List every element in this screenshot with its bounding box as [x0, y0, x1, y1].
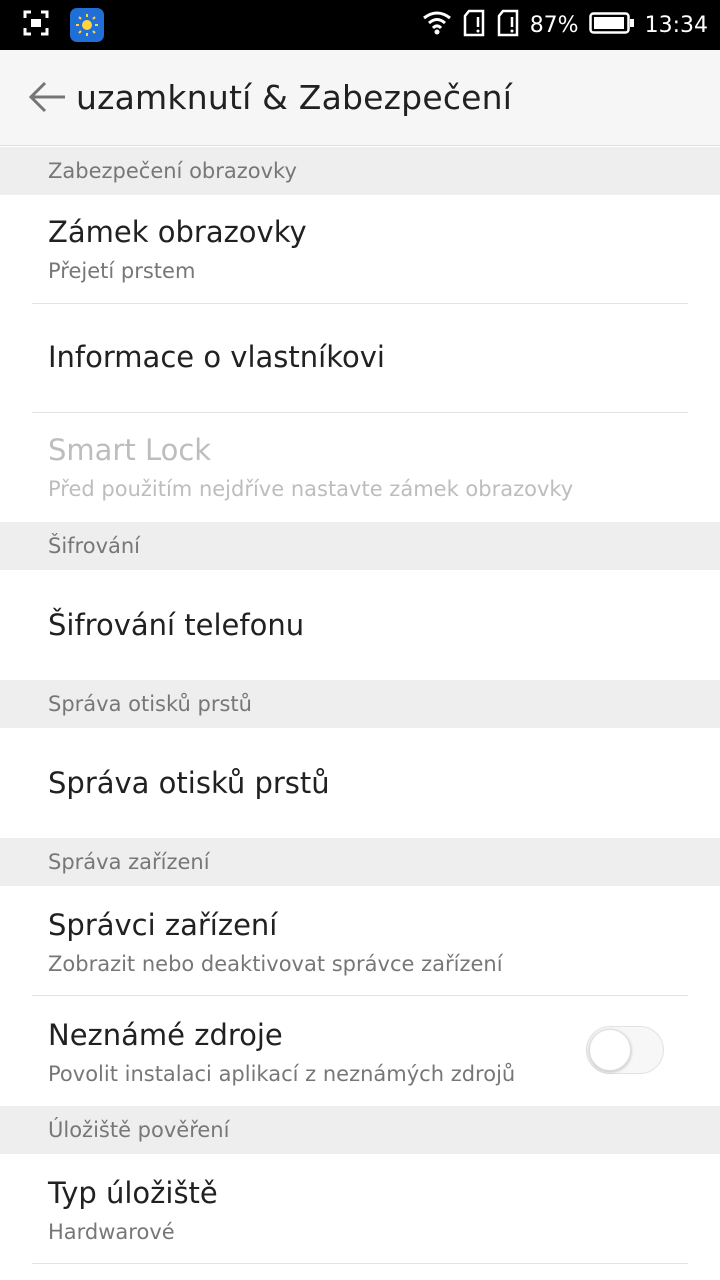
- section-header-label: Zabezpečení obrazovky: [48, 159, 297, 183]
- setting-owner-info[interactable]: Informace o vlastníkovi: [0, 304, 720, 413]
- setting-smart-lock: Smart Lock Před použitím nejdříve nastav…: [0, 413, 720, 522]
- section-header-label: Úložiště pověření: [48, 1118, 230, 1142]
- setting-title: Správci zařízení: [48, 908, 278, 942]
- section-header-label: Správa zařízení: [48, 850, 210, 874]
- battery-percent: 87%: [529, 12, 579, 38]
- sim2-icon: [496, 9, 520, 41]
- setting-title: Zámek obrazovky: [48, 215, 307, 249]
- battery-icon: [588, 12, 635, 38]
- section-header-encryption: Šifrování: [0, 522, 720, 570]
- setting-subtitle: Před použitím nejdříve nastavte zámek ob…: [48, 477, 574, 501]
- setting-title: Typ úložiště: [48, 1176, 218, 1210]
- sim1-icon: [462, 9, 486, 41]
- clock: 13:34: [644, 12, 708, 38]
- setting-subtitle: Povolit instalaci aplikací z neznámých z…: [48, 1062, 516, 1086]
- section-header-fingerprint: Správa otisků prstů: [0, 680, 720, 728]
- setting-fingerprint-management[interactable]: Správa otisků prstů: [0, 728, 720, 838]
- setting-phone-encryption[interactable]: Šifrování telefonu: [0, 570, 720, 680]
- setting-subtitle: Přejetí prstem: [48, 259, 196, 283]
- section-header-device-admin: Správa zařízení: [0, 838, 720, 886]
- setting-title: Správa otisků prstů: [48, 766, 330, 800]
- section-header-label: Šifrování: [48, 534, 141, 558]
- setting-title: Šifrování telefonu: [48, 608, 305, 642]
- toggle-thumb: [589, 1029, 631, 1071]
- wifi-icon: [422, 10, 452, 40]
- setting-screen-lock[interactable]: Zámek obrazovky Přejetí prstem: [0, 195, 720, 304]
- arrow-left-icon: [27, 80, 67, 118]
- page-title: uzamknutí & Zabezpečení: [76, 78, 513, 117]
- weather-app-icon: [70, 8, 104, 42]
- section-header-label: Správa otisků prstů: [48, 692, 252, 716]
- setting-title: Neznámé zdroje: [48, 1018, 283, 1052]
- back-button[interactable]: [24, 76, 70, 122]
- setting-storage-type[interactable]: Typ úložiště Hardwarové: [0, 1154, 720, 1280]
- setting-subtitle: Hardwarové: [48, 1220, 175, 1244]
- setting-unknown-sources[interactable]: Neznámé zdroje Povolit instalaci aplikac…: [0, 996, 720, 1106]
- setting-subtitle: Zobrazit nebo deaktivovat správce zaříze…: [48, 952, 503, 976]
- unknown-sources-toggle[interactable]: [586, 1026, 664, 1074]
- setting-title: Smart Lock: [48, 433, 212, 467]
- setting-device-admins[interactable]: Správci zařízení Zobrazit nebo deaktivov…: [0, 886, 720, 996]
- section-header-credential-storage: Úložiště pověření: [0, 1106, 720, 1154]
- divider: [32, 1263, 688, 1264]
- screenshot-icon: [22, 9, 50, 41]
- status-bar: 87% 13:34: [0, 0, 720, 50]
- app-bar: uzamknutí & Zabezpečení: [0, 50, 720, 146]
- section-header-screen-security: Zabezpečení obrazovky: [0, 147, 720, 195]
- setting-title: Informace o vlastníkovi: [48, 340, 385, 374]
